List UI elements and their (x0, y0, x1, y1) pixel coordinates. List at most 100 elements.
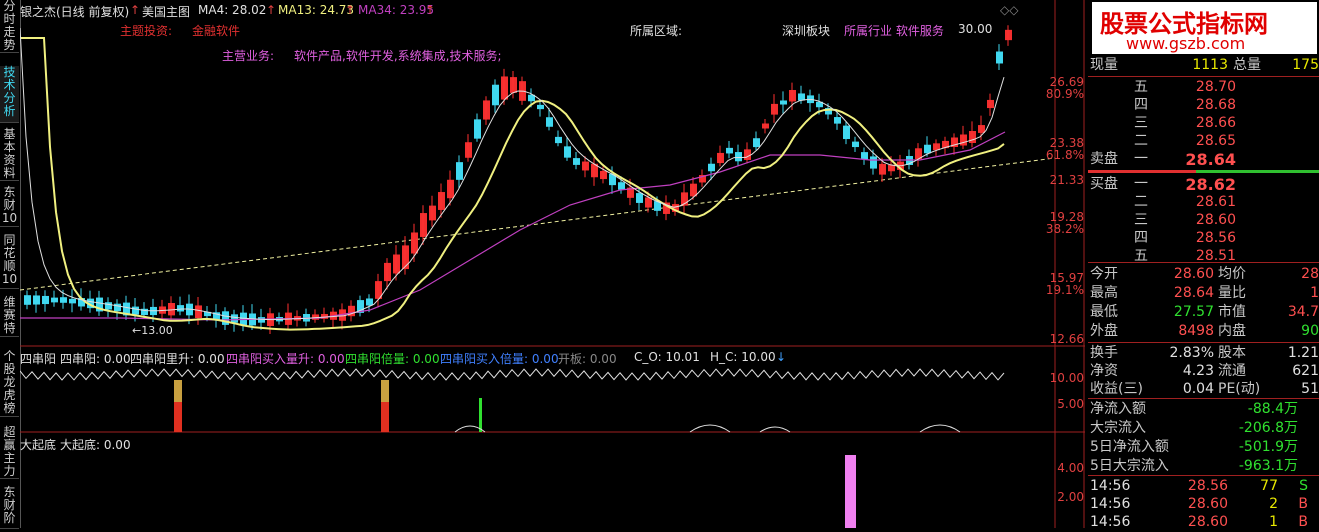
buy-row[interactable]: 四 28.56 (1088, 229, 1319, 248)
sell-row[interactable]: 卖盘 一 28.64 (1088, 150, 1319, 169)
stat-label: 均价 (1218, 266, 1246, 282)
tab-eastmoney-level[interactable]: 东财阶 (0, 486, 19, 529)
tick-price: 28.56 (1187, 478, 1228, 494)
ma34-line (20, 131, 1006, 321)
stat-label: 内盘 (1218, 323, 1246, 339)
buy-row[interactable]: 二 28.61 (1088, 193, 1319, 212)
flow-label: 5日净流入额 (1090, 439, 1169, 455)
sell-row[interactable]: 五 28.70 (1088, 78, 1319, 97)
stock-title: 银之杰(日线 前复权) (20, 5, 130, 19)
stat-value: 2.83% (1169, 345, 1214, 361)
flow-label: 净流入额 (1090, 401, 1146, 417)
tab-intraday[interactable]: 分时走势 (0, 0, 19, 53)
axis-label: 12.66 (1049, 332, 1084, 346)
stat-row[interactable]: 最高 28.64 量比 1 (1088, 284, 1319, 303)
sub1-title[interactable]: 四串阳 (20, 350, 56, 367)
buy-row[interactable]: 五 28.51 (1088, 247, 1319, 266)
tab-dragon-tiger[interactable]: 个股龙虎榜 (0, 350, 19, 417)
stat-label: 净资 (1090, 363, 1118, 379)
sell-label: 卖盘 (1090, 151, 1118, 167)
sub2-axis-label: 4.00 (1057, 461, 1084, 475)
flow-value: -88.4万 (1247, 401, 1298, 417)
tab-label: 东财10 (1, 185, 18, 225)
main-invest-label: 主题投资: (120, 24, 173, 38)
tick-volume: 1 (1269, 514, 1278, 530)
sub1-arrow-icon: ↓ (776, 350, 787, 364)
stat-row[interactable]: 最低 27.57 市值 34.7 (1088, 303, 1319, 322)
buy-level-label: 三 (1134, 212, 1148, 228)
tick-row[interactable]: 14:56 28.60 1 B (1088, 513, 1319, 532)
stat-label: 股本 (1218, 345, 1246, 361)
ma34-arrow-icon: ↑ (425, 3, 436, 17)
sell-row[interactable]: 四 28.68 (1088, 96, 1319, 115)
tick-row[interactable]: 14:56 28.60 2 B (1088, 495, 1319, 514)
stat-label: 市值 (1218, 304, 1246, 320)
bid-ask-bar (1088, 170, 1319, 173)
kline-chart[interactable] (20, 0, 1085, 528)
stat-row[interactable]: 收益(三) 0.04 PE(动) 51 (1088, 380, 1319, 399)
buy-row[interactable]: 买盘 一 28.62 (1088, 175, 1319, 194)
tab-ths[interactable]: 同花顺10 (0, 234, 19, 289)
flow-row[interactable]: 净流入额 -88.4万 (1088, 400, 1319, 419)
chart-area[interactable]: 银之杰(日线 前复权) ↑ 美国主图 MA4: 28.02 ↑ MA13: 24… (20, 0, 1085, 528)
quote-panel: 股票公式指标网 www.gszb.com 现量 1113 总量 175 五 28… (1088, 0, 1319, 530)
region-label: 所属区域: (630, 24, 683, 38)
axis-label: 19.1% (1045, 283, 1084, 297)
indicator-name[interactable]: 美国主图 (142, 3, 190, 20)
stat-label: 今开 (1090, 266, 1118, 282)
flow-row[interactable]: 5日净流入额 -501.9万 (1088, 438, 1319, 457)
buy-label: 买盘 (1090, 176, 1118, 192)
tab-super-main[interactable]: 超赢主力 (0, 426, 19, 479)
tick-volume: 2 (1269, 496, 1278, 512)
tick-side: B (1298, 496, 1308, 512)
main-invest-value: 金融软件 (192, 24, 241, 38)
buy-level-label: 五 (1134, 248, 1148, 264)
flow-row[interactable]: 大宗流入 -206.8万 (1088, 419, 1319, 438)
ma4-value: MA4: 28.02 (198, 3, 267, 17)
stat-row[interactable]: 外盘 8498 内盘 90 (1088, 322, 1319, 341)
sell-level-price: 28.64 (1185, 150, 1236, 169)
tab-label: 个股龙虎榜 (3, 349, 16, 415)
tick-side: B (1298, 514, 1308, 530)
now-vol-label: 现量 (1090, 57, 1118, 73)
ma34-value: MA34: 23.95 (358, 3, 435, 17)
flow-label: 大宗流入 (1090, 420, 1146, 436)
sell-level-label: 一 (1134, 151, 1148, 167)
sell-level-price: 28.70 (1195, 79, 1236, 95)
tick-row[interactable]: 14:56 28.56 77 S (1088, 477, 1319, 496)
ma4-line (20, 27, 1005, 321)
stat-value: 34.7 (1287, 304, 1319, 320)
tick-price: 28.60 (1187, 514, 1228, 530)
buy-level-label: 一 (1134, 176, 1148, 192)
low-marker: ←13.00 (132, 324, 173, 337)
sell-row[interactable]: 二 28.65 (1088, 132, 1319, 151)
stat-value: 1.21 (1287, 345, 1319, 361)
tab-eastmoney[interactable]: 东财10 (0, 186, 19, 227)
industry-label: 所属行业 软件服务 (844, 24, 944, 38)
sub1-axis-label: 5.00 (1057, 397, 1084, 411)
diamond-icon[interactable]: ◇◇ (1000, 3, 1018, 17)
stat-row[interactable]: 今开 28.60 均价 28 (1088, 265, 1319, 284)
sub1-line (20, 368, 1005, 381)
tab-technical[interactable]: 技术分析 (0, 66, 19, 123)
sell-level-price: 28.68 (1195, 97, 1236, 113)
stat-value: 28.60 (1173, 266, 1214, 282)
sell-level-price: 28.65 (1195, 133, 1236, 149)
sell-row[interactable]: 三 28.66 (1088, 114, 1319, 133)
flow-row[interactable]: 5日大宗流入 -963.1万 (1088, 457, 1319, 476)
buy-row[interactable]: 三 28.60 (1088, 211, 1319, 230)
sub2-title[interactable]: 大起底 (20, 436, 56, 453)
total-vol-value: 175 (1292, 57, 1319, 73)
buy-level-price: 28.62 (1185, 175, 1236, 194)
stat-row[interactable]: 换手 2.83% 股本 1.21 (1088, 344, 1319, 363)
tab-label: 维赛特 (3, 295, 16, 335)
buy-level-price: 28.51 (1195, 248, 1236, 264)
sub2-axis-label: 2.00 (1057, 490, 1084, 504)
tab-label: 超赢主力 (3, 425, 16, 478)
board-label: 深圳板块 (782, 24, 831, 38)
now-vol-value: 1113 (1192, 57, 1228, 73)
tab-wst[interactable]: 维赛特 (0, 296, 19, 337)
tab-fundamentals[interactable]: 基本资料 (0, 128, 19, 181)
stat-label: 换手 (1090, 345, 1118, 361)
stat-row[interactable]: 净资 4.23 流通 621 (1088, 362, 1319, 381)
